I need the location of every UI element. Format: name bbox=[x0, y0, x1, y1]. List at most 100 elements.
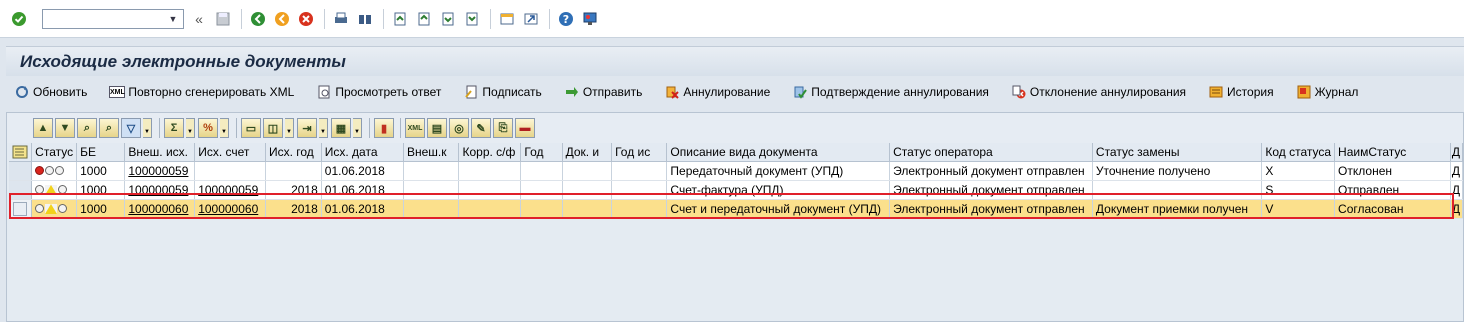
command-field[interactable]: ▼ bbox=[42, 8, 184, 29]
find-icon[interactable]: ⌕ bbox=[77, 118, 97, 138]
command-input[interactable] bbox=[43, 9, 161, 28]
subtotal-icon[interactable]: % bbox=[198, 118, 218, 138]
subtotal-dropdown-icon[interactable]: ▼ bbox=[220, 118, 229, 138]
delete-row-icon[interactable]: ▬ bbox=[515, 118, 535, 138]
column-header[interactable]: Д bbox=[1450, 143, 1464, 162]
find-next-icon[interactable]: ⌕ bbox=[99, 118, 119, 138]
journal-button[interactable]: Журнал bbox=[1296, 84, 1358, 100]
cell-out-invoice[interactable]: 100000059 bbox=[194, 180, 266, 200]
filter-icon[interactable]: ▽ bbox=[121, 118, 141, 138]
send-button[interactable]: Отправить bbox=[564, 84, 642, 100]
select-all-cell[interactable] bbox=[9, 143, 33, 162]
exit-icon[interactable] bbox=[271, 8, 293, 30]
table-row[interactable]: 1000 100000059 100000059 2018 01.06.2018… bbox=[9, 180, 1464, 200]
column-header[interactable]: НаимСтатус bbox=[1334, 143, 1451, 162]
views-icon[interactable]: ◫ bbox=[263, 118, 283, 138]
export-dropdown-icon[interactable]: ▼ bbox=[319, 118, 328, 138]
table-row-selected[interactable]: 1000 100000060 100000060 2018 01.06.2018… bbox=[9, 199, 1464, 219]
xml-view-icon[interactable]: XML bbox=[405, 118, 425, 138]
reject-annul-button[interactable]: Отклонение аннулирования bbox=[1011, 84, 1186, 100]
row-selector[interactable] bbox=[9, 180, 33, 200]
collapse-icon[interactable]: « bbox=[188, 8, 210, 30]
save-icon[interactable] bbox=[212, 8, 234, 30]
cell-extra[interactable]: Д bbox=[1450, 180, 1464, 200]
column-header[interactable]: Код статуса bbox=[1261, 143, 1336, 162]
first-page-icon[interactable] bbox=[389, 8, 411, 30]
regenerate-xml-button[interactable]: XML Повторно сгенерировать XML bbox=[109, 85, 294, 99]
cell-empty bbox=[562, 161, 613, 181]
table-row[interactable]: 1000 100000059 01.06.2018 Передаточный д… bbox=[9, 161, 1464, 181]
print-preview-icon[interactable]: ▭ bbox=[241, 118, 261, 138]
back-icon[interactable] bbox=[247, 8, 269, 30]
column-header[interactable]: Статус bbox=[31, 143, 78, 162]
cell-out-year bbox=[265, 161, 322, 181]
shortcut-icon[interactable] bbox=[520, 8, 542, 30]
column-header[interactable]: Док. и bbox=[562, 143, 613, 162]
column-header[interactable]: Описание вида документа bbox=[666, 143, 891, 162]
annul-button[interactable]: Аннулирование bbox=[664, 84, 770, 100]
zoom-document-icon[interactable]: ◎ bbox=[449, 118, 469, 138]
column-header[interactable]: Исх. год bbox=[265, 143, 322, 162]
column-header[interactable]: Внеш.к bbox=[403, 143, 460, 162]
alv-toolbar-separator bbox=[159, 118, 160, 138]
cell-ext-out[interactable]: 100000059 bbox=[124, 161, 196, 181]
cell-out-year: 2018 bbox=[265, 180, 322, 200]
column-header[interactable]: Год bbox=[520, 143, 563, 162]
sort-descending-icon[interactable]: ▼ bbox=[55, 118, 75, 138]
row-checkbox[interactable] bbox=[13, 201, 28, 216]
cell-extra[interactable]: Д bbox=[1450, 161, 1464, 181]
cancel-icon[interactable] bbox=[295, 8, 317, 30]
confirm-annul-button[interactable]: Подтверждение аннулирования bbox=[792, 84, 989, 100]
print-icon[interactable] bbox=[330, 8, 352, 30]
help-icon[interactable]: ? bbox=[555, 8, 577, 30]
column-header[interactable]: Статус оператора bbox=[889, 143, 1093, 162]
sort-ascending-icon[interactable]: ▲ bbox=[33, 118, 53, 138]
cell-out-invoice[interactable] bbox=[194, 161, 266, 181]
history-button[interactable]: История bbox=[1208, 84, 1274, 100]
cell-extra[interactable]: Д bbox=[1450, 199, 1464, 219]
edit-icon[interactable]: ✎ bbox=[471, 118, 491, 138]
attachment-icon[interactable]: ⎘ bbox=[493, 118, 513, 138]
filter-dropdown-icon[interactable]: ▼ bbox=[143, 118, 152, 138]
find-icon[interactable] bbox=[354, 8, 376, 30]
sum-icon[interactable]: Σ bbox=[164, 118, 184, 138]
status-lights bbox=[31, 161, 78, 181]
row-selector[interactable] bbox=[9, 199, 33, 219]
layout-dropdown-icon[interactable]: ▼ bbox=[353, 118, 362, 138]
column-header[interactable]: Статус замены bbox=[1092, 143, 1263, 162]
views-dropdown-icon[interactable]: ▼ bbox=[285, 118, 294, 138]
column-header[interactable]: Корр. с/ф bbox=[458, 143, 522, 162]
document-icon[interactable]: ▤ bbox=[427, 118, 447, 138]
layout-icon[interactable] bbox=[579, 8, 601, 30]
row-selector[interactable] bbox=[9, 161, 33, 181]
cell-empty bbox=[458, 161, 522, 181]
sum-dropdown-icon[interactable]: ▼ bbox=[186, 118, 195, 138]
column-header[interactable]: БЕ bbox=[76, 143, 126, 162]
prev-page-icon[interactable] bbox=[413, 8, 435, 30]
graphic-icon[interactable]: ▮ bbox=[374, 118, 394, 138]
column-header[interactable]: Исх. дата bbox=[321, 143, 404, 162]
column-header[interactable]: Год ис bbox=[611, 143, 668, 162]
cell-out-date: 01.06.2018 bbox=[321, 199, 404, 219]
cell-out-invoice[interactable]: 100000060 bbox=[194, 199, 266, 219]
sign-button[interactable]: Подписать bbox=[463, 84, 542, 100]
last-page-icon[interactable] bbox=[461, 8, 483, 30]
new-session-icon[interactable] bbox=[496, 8, 518, 30]
toolbar-separator bbox=[324, 8, 325, 29]
cell-empty bbox=[520, 161, 563, 181]
chevron-down-icon[interactable]: ▼ bbox=[163, 10, 183, 28]
view-response-button[interactable]: Просмотреть ответ bbox=[316, 84, 441, 100]
next-page-icon[interactable] bbox=[437, 8, 459, 30]
column-header[interactable]: Исх. счет bbox=[194, 143, 266, 162]
cell-ext-out[interactable]: 100000060 bbox=[124, 199, 196, 219]
refresh-button[interactable]: Обновить bbox=[14, 84, 87, 100]
cell-out-date: 01.06.2018 bbox=[321, 180, 404, 200]
regenerate-xml-label: Повторно сгенерировать XML bbox=[128, 85, 295, 99]
cell-ext-out[interactable]: 100000059 bbox=[124, 180, 196, 200]
export-icon[interactable]: ⇥ bbox=[297, 118, 317, 138]
enter-icon[interactable] bbox=[8, 8, 30, 30]
cell-operator-status: Электронный документ отправлен bbox=[889, 199, 1093, 219]
layout-grid-icon[interactable]: ▦ bbox=[331, 118, 351, 138]
column-header[interactable]: Внеш. исх. bbox=[124, 143, 196, 162]
cell-empty bbox=[520, 180, 563, 200]
